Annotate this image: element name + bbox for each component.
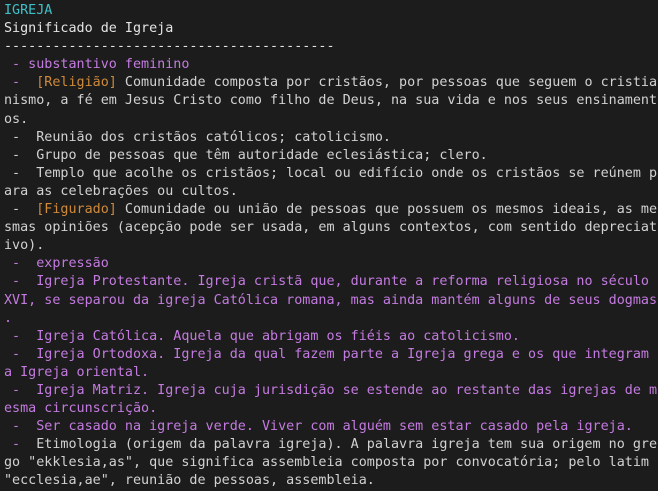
terminal-line: os. [4, 111, 656, 129]
terminal-line: ara as celebrações ou cultos. [4, 183, 656, 201]
terminal-line: - Igreja Ortodoxa. Igreja da qual fazem … [4, 346, 656, 364]
terminal-text-segment: [Religião] [36, 75, 117, 91]
terminal-line: - Etimologia (origem da palavra igreja).… [4, 436, 658, 454]
terminal-text-segment: ivo). [4, 238, 45, 254]
terminal-line: - [Figurado] Comunidade ou união de pess… [4, 201, 658, 219]
terminal-text-segment: - expressão [4, 256, 109, 272]
terminal-text-segment: - Grupo de pessoas que têm autoridade ec… [4, 147, 488, 163]
terminal-line: - [Religião] Comunidade composta por cri… [4, 74, 658, 92]
terminal-text-segment: - Igreja Ortodoxa. Igreja da qual fazem … [4, 346, 649, 362]
terminal-text-segment: - [4, 202, 37, 218]
terminal-text-segment: go "ekklesia,as", que significa assemble… [4, 455, 649, 471]
terminal-line: ----------------------------------------… [4, 38, 656, 56]
terminal-text-segment: - Igreja Matriz. Igreja cuja jurisdição … [4, 382, 658, 398]
terminal-text-segment: Comunidade ou união de pessoas que possu… [116, 202, 658, 218]
terminal-line: - Igreja Protestante. Igreja cristã que,… [4, 273, 656, 291]
terminal-line: Significado de Igreja [4, 20, 656, 38]
terminal-text-segment: Etimologia (origem da palavra igreja). A… [36, 437, 658, 453]
terminal-line: a Igreja oriental. [4, 364, 656, 382]
terminal-line: . [4, 310, 656, 328]
terminal-text-segment: - Reunião dos cristãos católicos; catoli… [4, 129, 391, 145]
terminal-text-segment: - Igreja Protestante. Igreja cristã que,… [4, 274, 649, 290]
terminal-line: - substantivo feminino [4, 56, 656, 74]
terminal-line: ivo). [4, 237, 656, 255]
terminal-text-segment: ara as celebrações ou cultos. [4, 183, 238, 199]
terminal-text-segment: "ecclesia,ae", reunião de pessoas, assem… [4, 473, 375, 489]
terminal-text-segment: esma circunscrição. [4, 401, 158, 417]
terminal-line: IGREJA [4, 2, 656, 20]
terminal-line: - expressão [4, 255, 656, 273]
terminal-text-segment: XVI, se separou da igreja Católica roman… [4, 292, 658, 308]
terminal-text-segment: . [4, 310, 13, 326]
terminal-line: smas opiniões (acepção pode ser usada, e… [4, 219, 658, 237]
terminal-text-segment: Comunidade composta por cristãos, por pe… [116, 75, 658, 91]
terminal-line: - Igreja Católica. Aquela que abrigam os… [4, 328, 656, 346]
terminal-line: - Grupo de pessoas que têm autoridade ec… [4, 147, 656, 165]
terminal-text-segment: - [4, 437, 37, 453]
terminal-text-segment: - Igreja Católica. Aquela que abrigam os… [4, 328, 520, 344]
terminal-text-segment: ----------------------------------------… [4, 39, 335, 55]
terminal-line: XVI, se separou da igreja Católica roman… [4, 292, 658, 310]
terminal-line: - Reunião dos cristãos católicos; catoli… [4, 129, 656, 147]
terminal-text-segment: - Templo que acolhe os cristãos; local o… [4, 165, 658, 181]
terminal-line: - Ser casado na igreja verde. Viver com … [4, 418, 656, 436]
terminal-output: IGREJA Significado de Igreja -------------… [4, 2, 658, 491]
terminal-text-segment: nismo, a fé em Jesus Cristo como filho d… [4, 93, 658, 109]
terminal-line: - Igreja Matriz. Igreja cuja jurisdição … [4, 382, 658, 400]
terminal-line: nismo, a fé em Jesus Cristo como filho d… [4, 92, 658, 110]
terminal-line: esma circunscrição. [4, 400, 656, 418]
terminal-text-segment: - substantivo feminino [4, 57, 190, 73]
terminal-text-segment: os. [4, 111, 29, 127]
terminal-text-segment: - [4, 75, 37, 91]
terminal-line: go "ekklesia,as", que significa assemble… [4, 454, 656, 472]
terminal-line: - Templo que acolhe os cristãos; local o… [4, 165, 658, 183]
terminal-text-segment: [Figurado] [36, 202, 117, 218]
terminal-line: "ecclesia,ae", reunião de pessoas, assem… [4, 472, 656, 490]
terminal-text-segment: IGREJA [4, 3, 53, 18]
terminal-text-segment: smas opiniões (acepção pode ser usada, e… [4, 220, 658, 236]
terminal-text-segment: - Ser casado na igreja verde. Viver com … [4, 419, 633, 435]
terminal-text-segment: a Igreja oriental. [4, 364, 150, 380]
terminal-text-segment: Significado de Igreja [4, 21, 174, 37]
